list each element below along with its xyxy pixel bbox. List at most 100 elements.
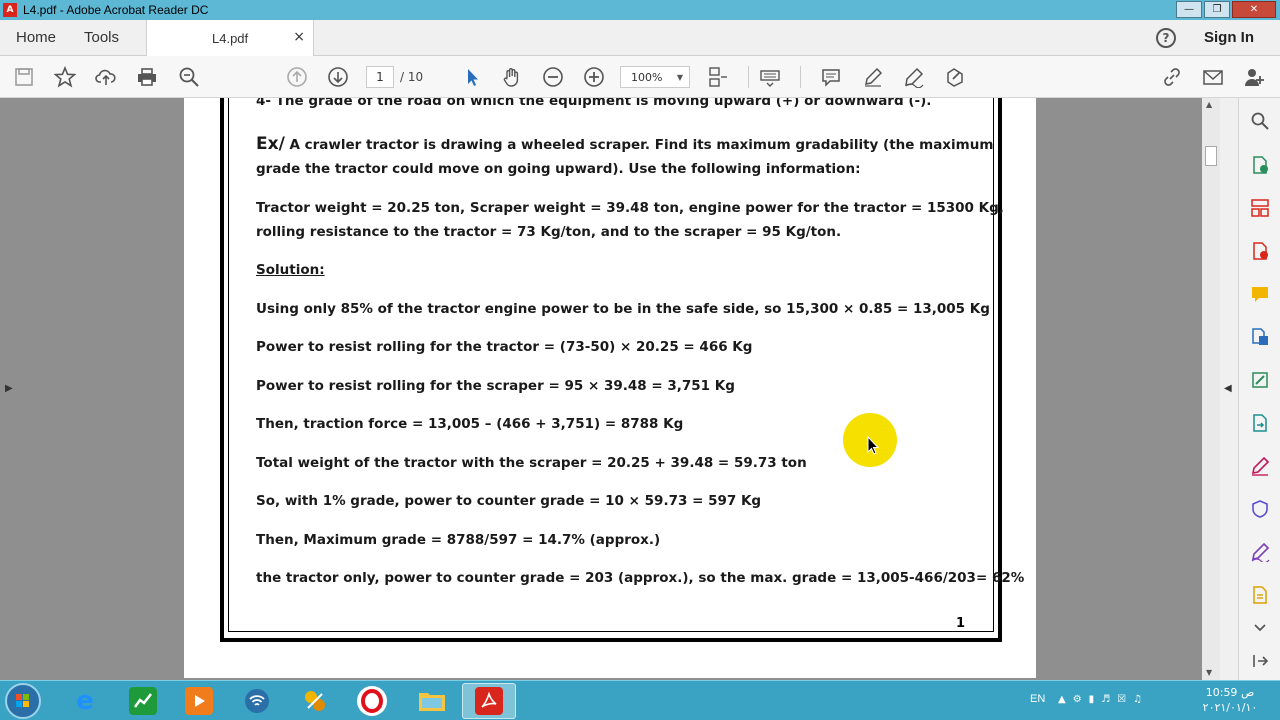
doc-line: Total weight of the tractor with the scr… (256, 455, 807, 471)
print-icon[interactable] (135, 65, 159, 89)
page-total-label: / 10 (400, 70, 424, 84)
doc-line: rolling resistance to the tractor = 73 K… (256, 224, 842, 240)
chart-app-icon (129, 687, 157, 715)
chevron-down-icon[interactable] (1249, 616, 1271, 638)
tools-side-panel (1238, 98, 1280, 680)
window-controls: — ❐ ✕ (1176, 1, 1276, 18)
keyboard-icon[interactable] (758, 65, 782, 89)
system-clock[interactable]: 10:59 ص ٢٠٢١/٠١/١٠ (1190, 685, 1270, 715)
taskbar-internet-explorer[interactable]: e (58, 683, 112, 719)
media-player-icon (185, 687, 213, 715)
windows-taskbar: e EN ▲ ⚙ ▮ ♬ ☒ ♫ 10:59 ص ٢٠٢١/٠١/١٠ (0, 680, 1280, 720)
save-icon[interactable] (12, 65, 36, 89)
doc-line: grade the tractor could move on going up… (256, 161, 861, 177)
close-tab-icon[interactable]: × (293, 29, 305, 45)
internet-explorer-icon: e (76, 686, 94, 716)
upload-cloud-icon[interactable] (94, 65, 118, 89)
comment-icon[interactable] (819, 65, 843, 89)
example-text: A crawler tractor is drawing a wheeled s… (289, 137, 994, 153)
page-number: 1 (956, 616, 966, 631)
doc-line: Then, Maximum grade = 8788/597 = 14.7% (… (256, 532, 661, 548)
previous-page-icon[interactable] (285, 65, 309, 89)
windows-logo-icon (16, 694, 29, 707)
acrobat-app-icon: A (3, 3, 17, 17)
document-viewer[interactable]: ▶ 4- The grade of the road on which the … (0, 98, 1238, 680)
battery-icon[interactable]: ▮ (1089, 694, 1095, 705)
add-user-icon[interactable] (1242, 65, 1266, 89)
start-button[interactable] (5, 683, 41, 719)
window-title: L4.pdf - Adobe Acrobat Reader DC (23, 3, 209, 17)
scroll-down-icon[interactable]: ▼ (1206, 668, 1212, 677)
next-page-icon[interactable] (326, 65, 350, 89)
export-pdf-icon[interactable] (1249, 154, 1271, 176)
send-for-review-icon[interactable] (1249, 412, 1271, 434)
create-pdf-icon[interactable] (1249, 240, 1271, 262)
restore-button[interactable]: ❐ (1204, 1, 1230, 18)
network-status-icon[interactable]: ☒ (1117, 694, 1126, 705)
page-number-input[interactable]: 1 (366, 66, 394, 88)
tools-app-icon (301, 687, 329, 715)
sign-in-button[interactable]: Sign In (1204, 29, 1254, 46)
solution-heading: Solution: (256, 262, 325, 278)
zoom-level-value: 100% (631, 70, 663, 84)
request-signature-icon[interactable] (1249, 541, 1271, 563)
bookmark-star-icon[interactable] (53, 65, 77, 89)
taskbar-file-explorer[interactable] (405, 683, 459, 719)
scrollbar-thumb[interactable] (1205, 146, 1217, 166)
tray-app-icon[interactable]: ⚙ (1073, 694, 1082, 705)
doc-line: Power to resist rolling for the tractor … (256, 339, 753, 355)
page-layout-icon[interactable] (706, 65, 730, 89)
sign-pen-icon[interactable] (902, 65, 926, 89)
more-tools-icon[interactable] (1249, 584, 1271, 606)
organize-pages-icon[interactable] (1249, 197, 1271, 219)
folder-icon (418, 687, 446, 715)
fill-and-sign-icon[interactable] (1249, 455, 1271, 477)
tab-bar: Home Tools L4.pdf × ? Sign In (0, 20, 1280, 56)
taskbar-acrobat-reader[interactable] (462, 683, 516, 719)
mouse-cursor-icon (867, 436, 880, 455)
share-link-icon[interactable] (1160, 65, 1184, 89)
highlight-pen-icon[interactable] (861, 65, 885, 89)
select-cursor-icon[interactable] (460, 65, 484, 89)
comment-tool-icon[interactable] (1249, 283, 1271, 305)
zoom-level-select[interactable]: 100% ▼ (620, 66, 690, 88)
acrobat-reader-icon (475, 687, 503, 715)
taskbar-opera[interactable] (345, 683, 399, 719)
protect-shield-icon[interactable] (1249, 498, 1271, 520)
hand-tool-icon[interactable] (500, 65, 524, 89)
collapse-panel-icon[interactable] (1249, 650, 1271, 672)
system-tray: ▲ ⚙ ▮ ♬ ☒ ♫ (1058, 694, 1142, 705)
taskbar-stock-app[interactable] (116, 683, 170, 719)
taskbar-media-player[interactable] (172, 683, 226, 719)
left-panel-strip: ▶ (0, 98, 18, 680)
doc-line-grade-item: 4- The grade of the road on which the eq… (256, 98, 932, 109)
fill-sign-icon[interactable] (943, 65, 967, 89)
close-window-button[interactable]: ✕ (1232, 1, 1276, 18)
tab-home[interactable]: Home (16, 29, 56, 46)
zoom-out-icon[interactable] (541, 65, 565, 89)
vertical-scrollbar[interactable]: ▲ ▼ (1202, 98, 1220, 680)
expand-left-panel-icon[interactable]: ▶ (5, 383, 13, 394)
taskbar-tools-app[interactable] (288, 683, 342, 719)
show-hidden-icons-icon[interactable]: ▲ (1058, 694, 1066, 705)
volume-icon[interactable]: ♬ (1101, 694, 1110, 705)
taskbar-network-app[interactable] (230, 683, 284, 719)
doc-line-example: Ex/ A crawler tractor is drawing a wheel… (256, 132, 993, 157)
scroll-up-icon[interactable]: ▲ (1206, 100, 1212, 109)
combine-files-icon[interactable] (1249, 326, 1271, 348)
keyboard-language-indicator[interactable]: EN (1030, 693, 1045, 705)
zoom-search-icon[interactable] (177, 65, 201, 89)
email-icon[interactable] (1201, 65, 1225, 89)
search-zoom-icon[interactable] (1249, 110, 1271, 132)
doc-line: the tractor only, power to counter grade… (256, 570, 1025, 586)
tab-document[interactable]: L4.pdf × (146, 20, 314, 56)
speaker-icon[interactable]: ♫ (1133, 694, 1142, 705)
toolbar-divider (800, 66, 801, 88)
tab-tools[interactable]: Tools (84, 29, 119, 46)
minimize-button[interactable]: — (1176, 1, 1202, 18)
collapse-right-panel-icon[interactable]: ◀ (1224, 383, 1232, 394)
help-icon[interactable]: ? (1156, 28, 1176, 48)
clock-date: ٢٠٢١/٠١/١٠ (1202, 701, 1258, 714)
edit-pdf-icon[interactable] (1249, 369, 1271, 391)
zoom-in-icon[interactable] (582, 65, 606, 89)
